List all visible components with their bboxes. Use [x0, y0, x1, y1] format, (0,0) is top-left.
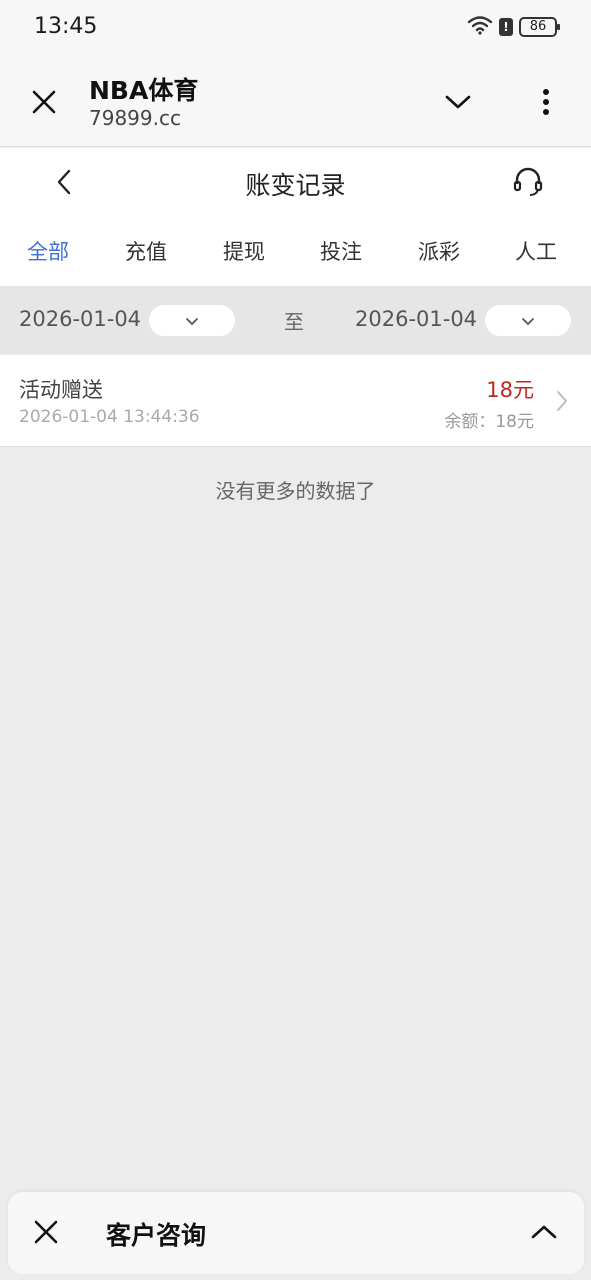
battery-level: 86 [529, 19, 547, 34]
tab-bar: 全部 充值 提现 投注 派彩 人工 [0, 216, 591, 286]
tab-withdraw[interactable]: 提现 [223, 236, 265, 266]
end-date-text[interactable]: 2026-01-04 [355, 307, 477, 331]
status-time: 13:45 [34, 14, 98, 39]
chevron-right-icon [551, 387, 573, 415]
record-amount: 18元 [486, 378, 534, 402]
alert-icon: ! [499, 18, 513, 36]
battery-icon: 86 [519, 17, 560, 37]
status-bar: 13:45 ! 86 [0, 0, 591, 56]
record-time: 2026-01-04 13:44:36 [19, 407, 200, 427]
record-title: 活动赠送 [19, 378, 103, 402]
tab-deposit[interactable]: 充值 [125, 236, 167, 266]
browser-chrome: 13:45 ! 86 NBA体育 79899.cc [0, 0, 591, 147]
list-end-text: 没有更多的数据了 [215, 479, 376, 503]
headset-icon[interactable] [508, 162, 548, 202]
browser-title: NBA体育 [89, 76, 199, 105]
tab-bet[interactable]: 投注 [320, 236, 362, 266]
browser-toolbar: NBA体育 79899.cc [0, 56, 591, 147]
start-date-text[interactable]: 2026-01-04 [19, 307, 141, 331]
status-icons: ! 86 [467, 15, 560, 39]
list-item[interactable]: 活动赠送 2026-01-04 13:44:36 18元 余额：18元 [0, 355, 591, 447]
close-icon[interactable] [26, 1212, 66, 1252]
panel-title: 客户咨询 [106, 1221, 207, 1250]
chevron-up-icon[interactable] [524, 1212, 564, 1252]
chevron-down-icon [185, 311, 199, 330]
date-filter: 2026-01-04 至 2026-01-04 [0, 286, 591, 354]
wifi-icon [467, 15, 493, 39]
close-icon[interactable] [24, 82, 64, 122]
start-date-dropdown[interactable] [149, 305, 235, 336]
customer-service-panel: 客户咨询 [8, 1192, 584, 1274]
more-vertical-icon[interactable] [526, 82, 566, 122]
tab-payout[interactable]: 派彩 [418, 236, 460, 266]
tab-all[interactable]: 全部 [27, 236, 69, 266]
record-balance: 余额：18元 [444, 412, 534, 432]
end-date-dropdown[interactable] [485, 305, 571, 336]
page-header: 账变记录 [0, 148, 591, 216]
chevron-down-icon[interactable] [438, 82, 478, 122]
date-separator: 至 [284, 310, 304, 334]
browser-url[interactable]: 79899.cc [89, 106, 181, 130]
chevron-down-icon [521, 311, 535, 330]
page-title: 账变记录 [245, 171, 346, 200]
tab-manual[interactable]: 人工 [515, 236, 557, 266]
